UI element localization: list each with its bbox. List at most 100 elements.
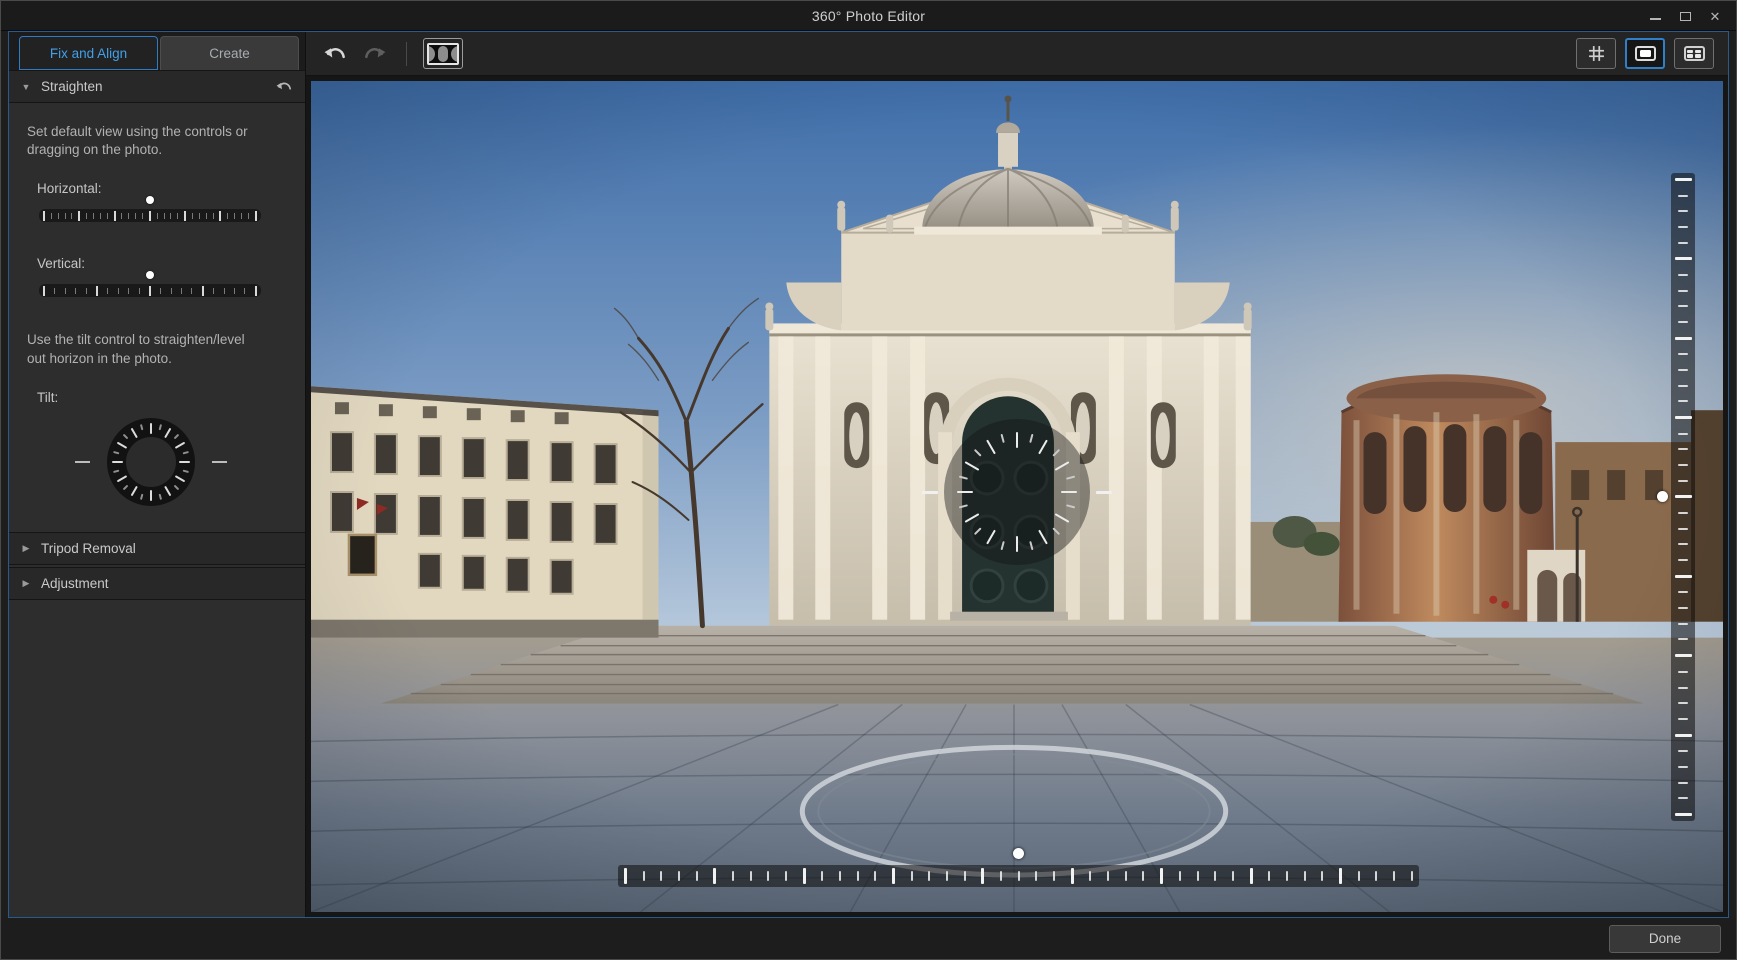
reset-straighten-button[interactable] — [276, 80, 293, 94]
tick — [57, 212, 59, 219]
tick — [1678, 512, 1688, 515]
horizontal-slider-handle[interactable] — [146, 196, 154, 205]
tick — [1678, 797, 1688, 800]
close-icon: ✕ — [1709, 8, 1721, 24]
section-tripod-removal[interactable]: ▶ Tripod Removal — [9, 531, 305, 565]
grid-overlay-button[interactable] — [1576, 38, 1616, 69]
tick — [254, 210, 257, 221]
tick — [1357, 871, 1360, 881]
tick — [1674, 416, 1692, 420]
tilt-dial[interactable] — [107, 417, 195, 506]
tick — [191, 287, 193, 294]
tick — [785, 871, 788, 881]
section-straighten[interactable]: ▼ Straighten — [9, 70, 305, 103]
minimize-icon — [1649, 18, 1661, 20]
tick — [170, 287, 172, 294]
chevron-right-icon: ▶ — [22, 577, 30, 588]
horizontal-slider-ruler[interactable] — [39, 209, 261, 223]
tick — [234, 212, 236, 219]
redo-button[interactable] — [359, 41, 390, 67]
tick — [1035, 871, 1038, 881]
tick — [95, 285, 98, 296]
tick — [1678, 400, 1688, 403]
vertical-slider-handle[interactable] — [146, 271, 154, 280]
tick — [749, 871, 752, 881]
horizontal-slider[interactable] — [39, 196, 261, 223]
tick — [78, 210, 81, 221]
tick — [1678, 194, 1688, 197]
redo-icon — [365, 47, 386, 58]
tick — [1678, 686, 1688, 689]
tick — [1231, 871, 1234, 881]
tick — [212, 212, 214, 219]
tick — [1674, 812, 1692, 816]
section-adjustment[interactable]: ▶ Adjustment — [9, 566, 305, 600]
single-view-button[interactable] — [1625, 38, 1665, 69]
tick — [928, 871, 931, 881]
tick — [1678, 274, 1688, 277]
tick — [142, 212, 144, 219]
minimize-button[interactable] — [1640, 1, 1670, 31]
tick — [192, 212, 194, 219]
tick — [1321, 871, 1324, 881]
tick — [1674, 336, 1692, 340]
tick — [1375, 871, 1378, 881]
viewport-vertical-handle[interactable] — [1657, 491, 1668, 502]
tick — [1674, 495, 1692, 499]
tick — [247, 212, 249, 219]
tab-create[interactable]: Create — [160, 36, 299, 70]
tick — [642, 871, 645, 881]
tick — [106, 212, 108, 219]
tick — [170, 212, 172, 219]
tick — [839, 871, 842, 881]
tick — [1017, 871, 1020, 881]
section-label: Tripod Removal — [41, 540, 136, 556]
tick — [1285, 871, 1288, 881]
tab-fix-and-align[interactable]: Fix and Align — [19, 36, 158, 70]
tick — [1674, 733, 1692, 737]
viewport-horizontal-handle[interactable] — [1012, 848, 1024, 859]
tick — [148, 285, 151, 296]
viewport-tilt-dial[interactable] — [922, 419, 1112, 566]
viewport-horizontal-ruler[interactable] — [618, 865, 1419, 887]
tab-label: Fix and Align — [49, 45, 128, 61]
titlebar: 360° Photo Editor ✕ — [1, 1, 1736, 31]
tick — [54, 287, 56, 294]
tick — [892, 868, 896, 884]
section-label: Adjustment — [41, 575, 109, 591]
vertical-label: Vertical: — [37, 256, 86, 272]
tick — [1392, 871, 1395, 881]
tick — [678, 871, 681, 881]
tick — [1678, 559, 1688, 562]
tick — [201, 285, 204, 296]
tick — [1070, 868, 1074, 884]
tick — [732, 871, 735, 881]
vertical-slider-ruler[interactable] — [39, 284, 261, 298]
tick — [856, 871, 859, 881]
single-view-icon — [1634, 46, 1656, 61]
chevron-down-icon: ▼ — [21, 81, 31, 92]
grid-icon — [1588, 46, 1604, 61]
tick — [1678, 369, 1688, 372]
straighten-hint: Set default view using the controls or d… — [27, 124, 248, 158]
tick — [234, 287, 236, 294]
panorama-view-button[interactable] — [423, 38, 463, 69]
tick — [1678, 765, 1688, 768]
tick — [254, 285, 257, 296]
tick — [1678, 464, 1688, 467]
undo-button[interactable] — [320, 41, 351, 67]
tick — [1678, 622, 1688, 625]
tick — [198, 212, 200, 219]
tab-bar: Fix and Align Create — [9, 32, 305, 70]
viewport-vertical-ruler[interactable] — [1657, 173, 1695, 821]
dial-tick — [139, 423, 144, 431]
maximize-button[interactable] — [1670, 1, 1700, 31]
tick — [184, 210, 187, 221]
tick — [160, 287, 162, 294]
vertical-slider[interactable] — [39, 271, 261, 298]
done-button[interactable]: Done — [1609, 924, 1721, 953]
tick — [181, 287, 183, 294]
tick — [99, 212, 101, 219]
close-button[interactable]: ✕ — [1700, 1, 1730, 31]
multi-view-button[interactable] — [1674, 38, 1714, 69]
